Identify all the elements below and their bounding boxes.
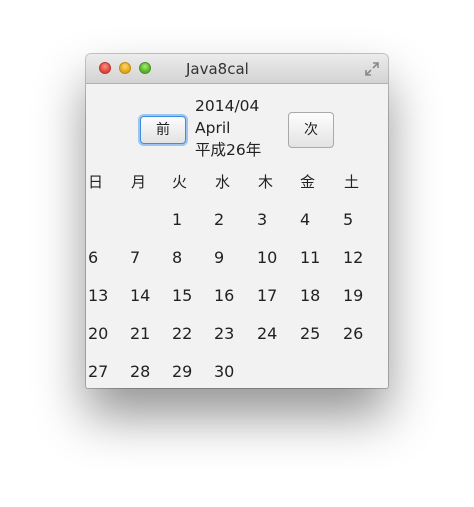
day-cell: 14	[130, 286, 151, 305]
day-cell: 8	[172, 248, 183, 267]
day-cell: 7	[130, 248, 141, 267]
weekday-thu: 木	[258, 173, 274, 191]
day-cell	[257, 362, 297, 388]
weekday-mon: 月	[131, 173, 147, 191]
day-cell: 2	[214, 210, 225, 229]
day-cell: 19	[343, 286, 364, 305]
title-bar[interactable]: Java8cal	[86, 54, 388, 84]
day-cell: 25	[300, 324, 321, 343]
day-cell: 15	[172, 286, 193, 305]
day-cell: 11	[300, 248, 321, 267]
day-cell: 12	[343, 248, 364, 267]
day-cell: 3	[257, 210, 268, 229]
day-cell: 24	[257, 324, 278, 343]
day-cell: 18	[300, 286, 321, 305]
fullscreen-icon[interactable]	[364, 61, 380, 77]
day-cell: 20	[88, 324, 109, 343]
weekday-wed: 水	[215, 173, 231, 191]
weekday-tue: 火	[172, 173, 188, 191]
day-cell	[300, 362, 340, 388]
day-cell: 21	[130, 324, 151, 343]
day-cell: 10	[257, 248, 278, 267]
day-cell: 28	[130, 362, 151, 381]
weekday-fri: 金	[300, 173, 316, 191]
weekday-sun: 日	[88, 173, 104, 191]
close-icon[interactable]	[99, 62, 111, 74]
day-cell: 17	[257, 286, 278, 305]
weekday-sat: 土	[344, 173, 360, 191]
month-header: 2014/04 April 平成26年	[195, 95, 261, 161]
year-month-label: 2014/04	[195, 97, 260, 115]
prev-month-button[interactable]: 前	[140, 116, 186, 144]
day-cell: 13	[88, 286, 109, 305]
day-cell: 29	[172, 362, 193, 381]
day-cell: 23	[214, 324, 235, 343]
day-cell: 16	[214, 286, 235, 305]
day-cell: 5	[343, 210, 354, 229]
day-cell: 6	[88, 248, 99, 267]
day-cell: 30	[214, 362, 235, 381]
day-cell: 27	[88, 362, 109, 381]
day-cell: 1	[172, 210, 183, 229]
minimize-icon[interactable]	[119, 62, 131, 74]
day-cell	[130, 210, 170, 248]
window-title: Java8cal	[186, 60, 249, 78]
japanese-era-label: 平成26年	[195, 141, 262, 159]
next-month-button[interactable]: 次	[288, 112, 334, 148]
day-cell: 9	[214, 248, 225, 267]
app-window: Java8cal 前 2014/04 April 平成26年 次 日 月 火 水…	[86, 54, 388, 388]
day-cell: 22	[172, 324, 193, 343]
month-name-label: April	[195, 119, 231, 137]
day-cell	[88, 210, 128, 248]
day-cell: 26	[343, 324, 364, 343]
day-cell: 4	[300, 210, 311, 229]
zoom-icon[interactable]	[139, 62, 151, 74]
day-cell	[343, 362, 383, 388]
